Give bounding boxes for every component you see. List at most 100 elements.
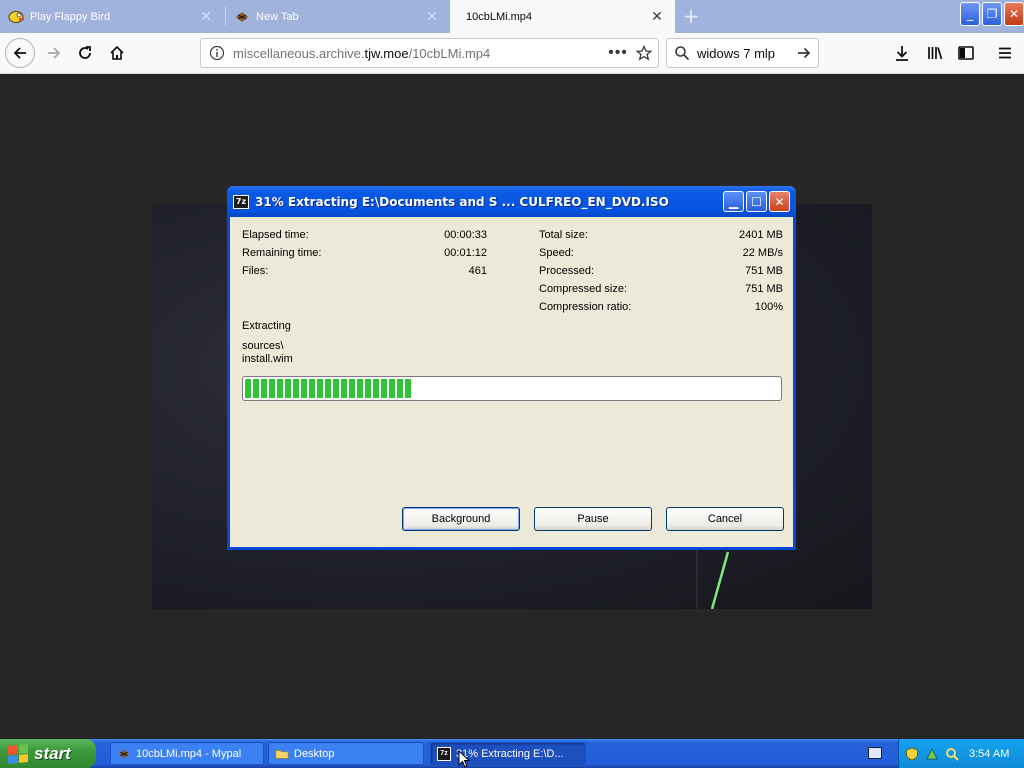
stat-value: 22 MB/s bbox=[742, 247, 783, 259]
stat-row-total-size: Total size: 2401 MB bbox=[539, 229, 783, 243]
tab-play-flappy-bird[interactable]: Play Flappy Bird ✕ bbox=[0, 0, 224, 33]
keyboard-layout-icon[interactable] bbox=[868, 747, 882, 759]
tab-new-tab[interactable]: New Tab ✕ bbox=[226, 0, 450, 33]
dialog-title: 31% Extracting E:\Documents and S ... CU… bbox=[255, 194, 669, 209]
tab-label: 10cbLMi.mp4 bbox=[466, 10, 533, 23]
search-tray-icon[interactable] bbox=[945, 747, 959, 761]
background-button[interactable]: Background bbox=[402, 507, 520, 531]
info-icon[interactable] bbox=[209, 45, 225, 61]
url-path: /10cbLMi.mp4 bbox=[408, 45, 491, 61]
stat-label: Files: bbox=[242, 265, 269, 277]
taskbar-item-label: 31% Extracting E:\D... bbox=[456, 747, 564, 760]
current-file: install.wim bbox=[242, 353, 293, 365]
search-input[interactable]: widows 7 mlp bbox=[697, 46, 790, 61]
url-bar[interactable]: miscellaneous.archive.tjw.moe/10cbLMi.mp… bbox=[200, 38, 659, 68]
dialog-body: Elapsed time: 00:00:33 Remaining time: 0… bbox=[230, 217, 793, 547]
taskbar-item-mypal[interactable]: 10cbLMi.mp4 - Mypal bbox=[110, 742, 264, 765]
taskbar-item-label: Desktop bbox=[294, 747, 335, 760]
stat-value: 00:00:33 bbox=[444, 229, 487, 241]
downloads-icon[interactable] bbox=[892, 43, 912, 63]
close-tab-icon[interactable]: ✕ bbox=[422, 8, 442, 25]
search-icon bbox=[667, 45, 697, 61]
page-actions-icon[interactable]: ••• bbox=[606, 44, 630, 62]
start-button[interactable]: start bbox=[0, 739, 96, 768]
stat-label: Compression ratio: bbox=[539, 301, 632, 313]
7zip-icon: 7z bbox=[233, 194, 249, 209]
taskbar-item-desktop[interactable]: Desktop bbox=[268, 742, 424, 765]
stat-value: 751 MB bbox=[745, 283, 783, 295]
new-tab-button[interactable]: + bbox=[680, 6, 702, 28]
stat-row-processed: Processed: 751 MB bbox=[539, 265, 783, 279]
home-icon bbox=[110, 45, 124, 60]
close-window-button[interactable]: ✕ bbox=[1004, 2, 1024, 26]
stat-row-speed: Speed: 22 MB/s bbox=[539, 247, 783, 261]
mouse-cursor-icon bbox=[458, 750, 470, 768]
library-icon[interactable] bbox=[925, 43, 945, 63]
taskbar-item-label: 10cbLMi.mp4 - Mypal bbox=[136, 747, 242, 760]
stat-label: Elapsed time: bbox=[242, 229, 309, 241]
tab-strip: Play Flappy Bird ✕ New Tab ✕ 10cbLMi.mp4… bbox=[0, 0, 1024, 33]
close-tab-icon[interactable]: ✕ bbox=[196, 8, 216, 25]
forward-button[interactable] bbox=[40, 39, 68, 67]
network-icon[interactable] bbox=[925, 747, 939, 761]
dialog-maximize-button[interactable]: ☐ bbox=[746, 191, 767, 212]
windows-logo-icon bbox=[8, 743, 28, 764]
stat-label: Compressed size: bbox=[539, 283, 628, 295]
dialog-title-bar[interactable]: 7z 31% Extracting E:\Documents and S ...… bbox=[227, 186, 796, 217]
stat-row-elapsed: Elapsed time: 00:00:33 bbox=[242, 229, 487, 243]
back-button[interactable] bbox=[5, 38, 35, 68]
menu-icon[interactable] bbox=[995, 43, 1015, 63]
reload-icon bbox=[79, 46, 91, 59]
stat-label: Total size: bbox=[539, 229, 588, 241]
stat-row-files: Files: 461 bbox=[242, 265, 487, 279]
stat-row-remaining: Remaining time: 00:01:12 bbox=[242, 247, 487, 261]
extract-status-label: Extracting bbox=[242, 320, 291, 332]
back-arrow-icon bbox=[13, 47, 26, 59]
mypal-icon bbox=[234, 9, 250, 25]
current-folder: sources\ bbox=[242, 340, 284, 352]
clock: 3:54 AM bbox=[969, 747, 1010, 760]
7zip-icon: 7z bbox=[437, 746, 451, 761]
stat-value: 00:01:12 bbox=[444, 247, 487, 259]
taskbar-item-7zip[interactable]: 7z 31% Extracting E:\D... bbox=[430, 742, 586, 765]
stat-value: 100% bbox=[754, 301, 783, 313]
bookmark-star-icon[interactable] bbox=[630, 45, 658, 61]
pause-button[interactable]: Pause bbox=[534, 507, 652, 531]
reload-button[interactable] bbox=[71, 39, 99, 67]
dialog-close-button[interactable]: ✕ bbox=[769, 191, 790, 212]
url-domain: tjw.moe bbox=[364, 45, 409, 61]
dialog-minimize-button[interactable]: ▁ bbox=[723, 191, 744, 212]
extract-progress-bar bbox=[242, 376, 782, 401]
search-bar[interactable]: widows 7 mlp bbox=[666, 38, 819, 68]
forward-arrow-icon bbox=[48, 47, 61, 59]
stat-label: Remaining time: bbox=[242, 247, 322, 259]
stat-label: Processed: bbox=[539, 265, 595, 277]
folder-icon bbox=[275, 749, 289, 759]
system-tray: 3:54 AM bbox=[898, 739, 1024, 768]
close-tab-icon[interactable]: ✕ bbox=[647, 8, 667, 25]
minimize-window-button[interactable]: _ bbox=[960, 2, 980, 26]
security-shield-icon[interactable] bbox=[905, 747, 919, 761]
tab-label: Play Flappy Bird bbox=[30, 10, 111, 23]
search-go-icon[interactable] bbox=[790, 45, 818, 61]
sidebar-icon[interactable] bbox=[956, 43, 976, 63]
flappy-bird-icon bbox=[8, 9, 24, 25]
progress-bar-fill bbox=[245, 379, 411, 398]
taskbar: start 10cbLMi.mp4 - Mypal Desktop 7z 31%… bbox=[0, 739, 1024, 768]
restore-window-button[interactable]: ❐ bbox=[982, 2, 1002, 26]
tab-icon-placeholder bbox=[458, 9, 460, 25]
navigation-bar: miscellaneous.archive.tjw.moe/10cbLMi.mp… bbox=[0, 33, 1024, 74]
home-button[interactable] bbox=[103, 39, 131, 67]
stat-value: 461 bbox=[468, 265, 487, 277]
url-prefix: miscellaneous.archive. bbox=[233, 45, 365, 61]
url-text[interactable]: miscellaneous.archive.tjw.moe/10cbLMi.mp… bbox=[233, 46, 606, 61]
stat-value: 2401 MB bbox=[738, 229, 783, 241]
tab-label: New Tab bbox=[256, 10, 299, 23]
cancel-button[interactable]: Cancel bbox=[666, 507, 784, 531]
extract-progress-dialog: 7z 31% Extracting E:\Documents and S ...… bbox=[227, 186, 796, 550]
tab-10cblmi-mp4[interactable]: 10cbLMi.mp4 ✕ bbox=[450, 0, 675, 33]
mypal-icon bbox=[118, 749, 130, 758]
window-controls: _ ❐ ✕ bbox=[960, 2, 1024, 26]
start-label: start bbox=[34, 743, 71, 763]
stat-row-compressed-size: Compressed size: 751 MB bbox=[539, 283, 783, 297]
